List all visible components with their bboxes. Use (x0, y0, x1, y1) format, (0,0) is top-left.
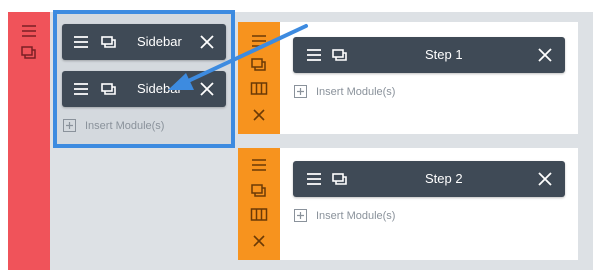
drag-arrow-annotation (168, 24, 308, 90)
page-builder: Sidebar Sidebar Insert Module(s) Step 1 … (0, 0, 600, 270)
arrow-shaft (184, 24, 308, 84)
